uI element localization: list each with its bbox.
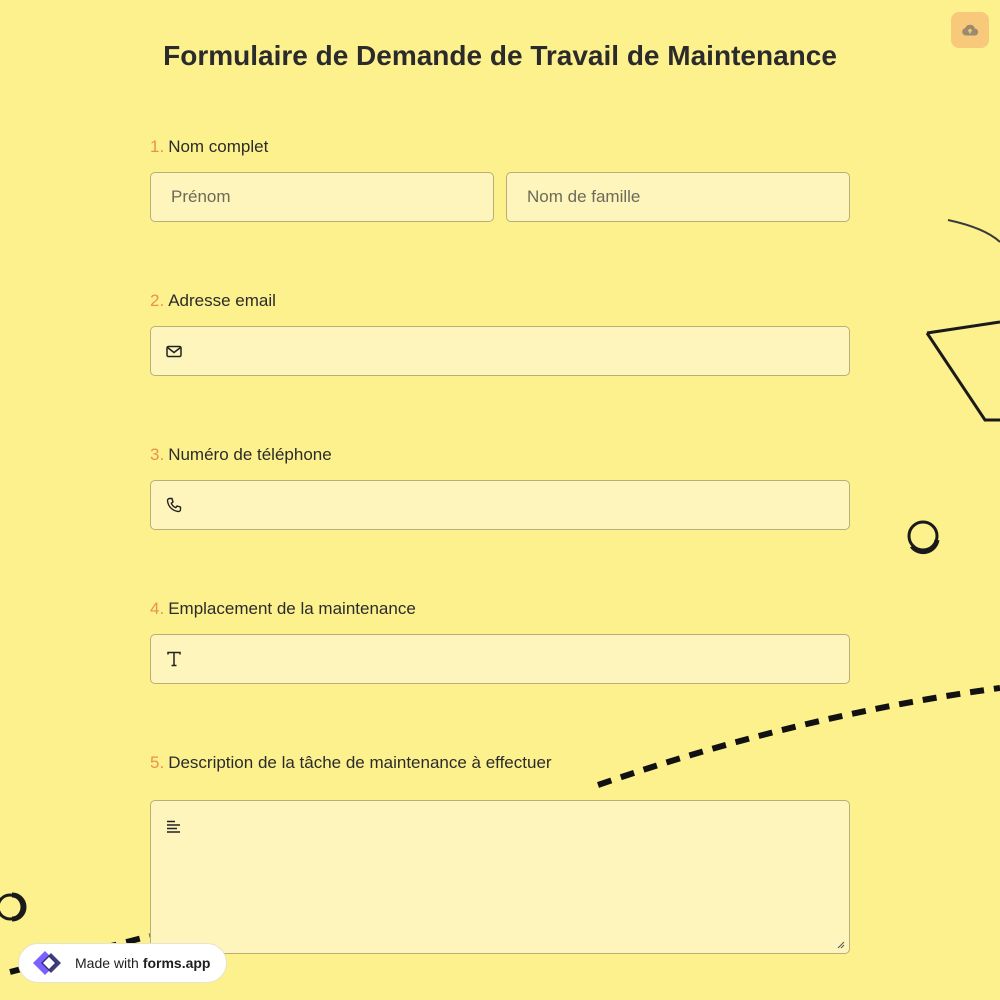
question-text: Emplacement de la maintenance [168, 599, 416, 618]
paragraph-icon [165, 818, 183, 836]
resize-handle-icon[interactable] [835, 939, 845, 949]
question-label: 1. Nom complet [150, 136, 850, 158]
question-description: 5. Description de la tâche de maintenance… [150, 752, 850, 957]
question-number: 5. [150, 753, 165, 772]
phone-field-box [150, 480, 850, 530]
first-name-field-box [150, 172, 494, 222]
question-label: 5. Description de la tâche de maintenance… [150, 752, 850, 774]
question-location: 4. Emplacement de la maintenance [150, 598, 850, 688]
page-title: Formulaire de Demande de Travail de Main… [163, 40, 837, 71]
question-number: 4. [150, 599, 165, 618]
brand-name: forms.app [142, 955, 211, 971]
last-name-input[interactable] [507, 173, 849, 221]
first-name-input[interactable] [151, 173, 493, 221]
envelope-icon [165, 342, 183, 360]
cloud-upload-icon [962, 24, 979, 36]
question-text: Description de la tâche de maintenance à… [168, 753, 552, 772]
text-icon [165, 650, 183, 668]
last-name-field-box [506, 172, 850, 222]
email-field-box [150, 326, 850, 376]
question-text: Nom complet [168, 137, 269, 156]
location-input[interactable] [151, 635, 849, 683]
email-input[interactable] [151, 327, 849, 375]
question-number: 3. [150, 445, 165, 464]
description-textarea[interactable] [151, 801, 849, 953]
question-label: 2. Adresse email [150, 290, 850, 312]
made-with-badge[interactable]: Made with forms.app [18, 943, 227, 983]
description-field-box [150, 800, 850, 954]
question-full-name: 1. Nom complet [150, 136, 850, 226]
forms-app-logo-icon [27, 947, 67, 979]
question-text: Adresse email [168, 291, 276, 310]
question-label: 4. Emplacement de la maintenance [150, 598, 850, 620]
question-label: 3. Numéro de téléphone [150, 444, 850, 466]
made-with-text: Made with [75, 955, 139, 971]
phone-icon [165, 496, 183, 514]
question-text: Numéro de téléphone [168, 445, 332, 464]
question-phone: 3. Numéro de téléphone [150, 444, 850, 534]
phone-input[interactable] [151, 481, 849, 529]
question-number: 1. [150, 137, 165, 156]
location-field-box [150, 634, 850, 684]
question-number: 2. [150, 291, 165, 310]
question-email: 2. Adresse email [150, 290, 850, 380]
